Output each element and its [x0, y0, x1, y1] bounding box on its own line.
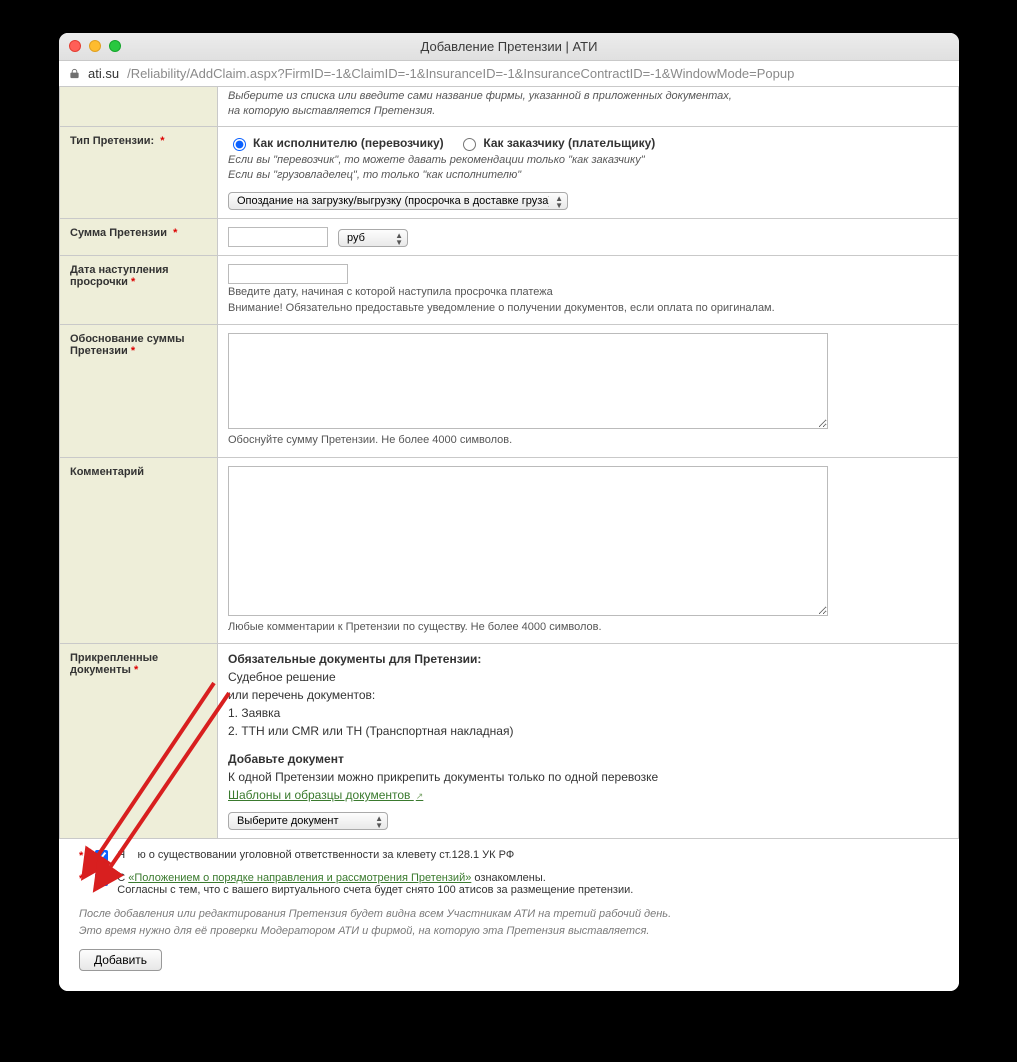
reason-label-l2: Претензии [70, 345, 128, 357]
claim-sum-input[interactable] [228, 227, 328, 247]
claim-form-table: Выберите из списка или введите сами назв… [59, 87, 959, 839]
footer-note-2: Это время нужно для её проверки Модерато… [79, 925, 649, 937]
docs-add-hint: К одной Претензии можно прикрепить докум… [228, 770, 948, 784]
terms-text-line2: Согласны с тем, что с вашего виртуальног… [117, 884, 633, 896]
reason-hint: Обоснуйте сумму Претензии. Не более 4000… [228, 434, 512, 446]
docs-select[interactable]: Выберите документ [228, 812, 388, 830]
radio-as-contractor-label: Как исполнителю (перевозчику) [253, 136, 444, 150]
page-content: Выберите из списка или введите сами назв… [59, 87, 959, 991]
terms-link[interactable]: «Положением о порядке направления и расс… [128, 872, 471, 884]
docs-req-line-4: 2. ТТН или CMR или ТН (Транспортная накл… [228, 724, 948, 738]
radio-as-contractor[interactable] [233, 138, 246, 151]
comment-label: Комментарий [70, 466, 144, 478]
claim-type-hint-2: Если вы "грузовладелец", то только "как … [228, 168, 948, 183]
url-path: /Reliability/AddClaim.aspx?FirmID=-1&Cla… [127, 66, 794, 81]
window-minimize-button[interactable] [89, 40, 101, 52]
docs-required-heading: Обязательные документы для Претензии: [228, 652, 948, 666]
address-bar[interactable]: ati.su/Reliability/AddClaim.aspx?FirmID=… [59, 61, 959, 87]
lock-icon [69, 68, 80, 79]
terms-text: С «Положением о порядке направления и ра… [117, 872, 633, 896]
docs-label-l2: документы [70, 664, 131, 676]
docs-req-line-2: или перечень документов: [228, 688, 948, 702]
claim-sum-label: Сумма Претензии [70, 227, 167, 239]
external-link-icon: ↗ [416, 791, 424, 801]
claim-type-label: Тип Претензии: [70, 135, 154, 147]
firm-hint-1: Выберите из списка или введите сами назв… [228, 89, 948, 104]
overdue-date-input[interactable] [228, 264, 348, 284]
radio-as-customer-label: Как заказчику (плательщику) [483, 136, 655, 150]
docs-add-heading: Добавьте документ [228, 752, 948, 766]
radio-as-customer[interactable] [463, 138, 476, 151]
terms-row: * С «Положением о порядке направления и … [79, 872, 939, 896]
comment-hint: Любые комментарии к Претензии по существ… [228, 621, 602, 633]
window-title: Добавление Претензии | АТИ [59, 39, 959, 54]
url-host: ati.su [88, 66, 119, 81]
currency-select[interactable]: руб [338, 229, 408, 247]
footer-note-1: После добавления или редактирования Прет… [79, 908, 671, 920]
liability-text: Я ю о существовании уголовной ответствен… [117, 849, 514, 861]
overdue-date-label-l2: просрочки [70, 276, 128, 288]
window-close-button[interactable] [69, 40, 81, 52]
docs-req-line-1: Судебное решение [228, 670, 948, 684]
submit-button[interactable]: Добавить [79, 949, 162, 971]
browser-window: Добавление Претензии | АТИ ati.su/Reliab… [59, 33, 959, 991]
terms-checkbox[interactable] [95, 873, 108, 886]
window-zoom-button[interactable] [109, 40, 121, 52]
overdue-date-label-l1: Дата наступления [70, 264, 169, 276]
reason-textarea[interactable] [228, 333, 828, 429]
firm-hint-2: на которую выставляется Претензия. [228, 104, 948, 119]
overdue-date-hint-2: Внимание! Обязательно предоставьте уведо… [228, 302, 775, 314]
liability-row: * Я ю о существовании уголовной ответств… [79, 849, 939, 866]
liability-checkbox[interactable] [95, 850, 108, 863]
overdue-date-hint-1: Введите дату, начиная с которой наступил… [228, 286, 553, 298]
titlebar: Добавление Претензии | АТИ [59, 33, 959, 61]
docs-req-line-3: 1. Заявка [228, 706, 948, 720]
comment-textarea[interactable] [228, 466, 828, 616]
docs-label-l1: Прикрепленные [70, 652, 158, 664]
claim-subtype-select[interactable]: Опоздание на загрузку/выгрузку (просрочк… [228, 192, 568, 210]
claim-type-hint-1: Если вы "перевозчик", то можете давать р… [228, 153, 948, 168]
reason-label-l1: Обоснование суммы [70, 333, 184, 345]
docs-templates-link[interactable]: Шаблоны и образцы документов ↗ [228, 788, 423, 802]
